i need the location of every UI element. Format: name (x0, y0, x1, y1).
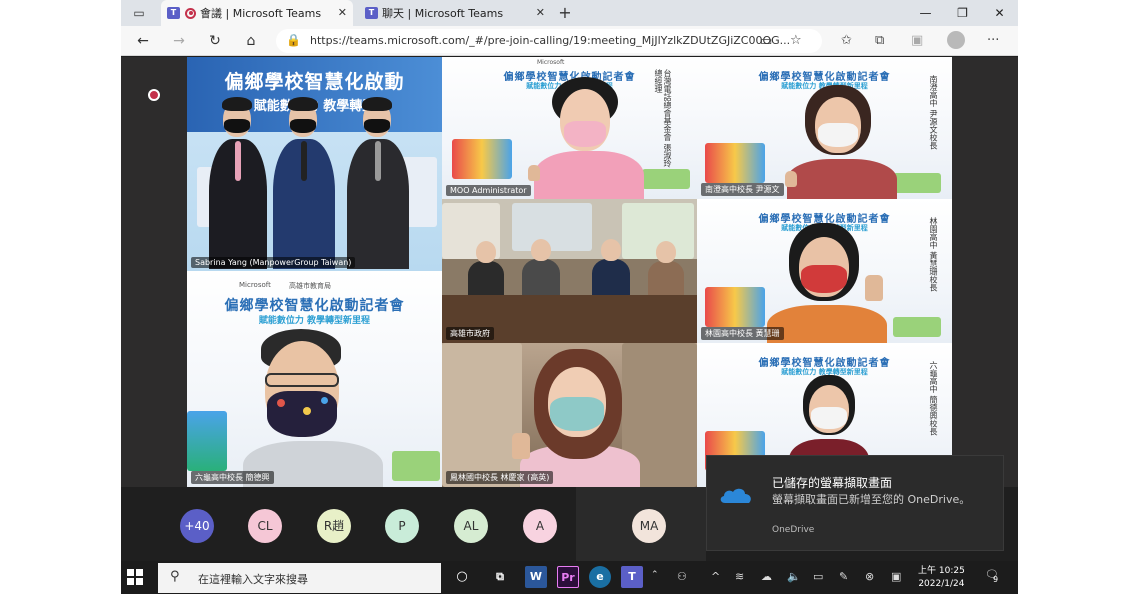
tab-meeting-label: 會議 | Microsoft Teams (200, 7, 322, 20)
participant-name: 六龜高中校長 簡德興 (191, 471, 274, 484)
taskbar-search-box[interactable]: ⚲ 在這裡輸入文字來搜尋 (158, 563, 441, 593)
video-tile-sabrina[interactable]: 偏鄉學校智慧化啟動 賦能數位力 教學轉型 Sabrina Yang (Manpo… (187, 57, 442, 271)
volume-icon[interactable]: 🔈 (787, 570, 801, 583)
meeting-stage: 偏鄉學校智慧化啟動 賦能數位力 教學轉型 Sabrina Yang (Manpo… (121, 57, 1018, 487)
tab-chat-label: 聊天 | Microsoft Teams (382, 7, 504, 20)
close-tab-icon[interactable]: ✕ (338, 6, 347, 19)
network-icon[interactable]: ≋ (735, 570, 744, 583)
video-tile-3[interactable]: 偏鄉學校智慧化啟動記者會 賦能數位力 教學轉型新里程 南澄高中 尹源文校長 南澄… (697, 57, 952, 199)
word-icon[interactable]: W (525, 566, 547, 588)
participant-avatar[interactable]: P (385, 509, 419, 543)
notification-body: 螢幕擷取畫面已新增至您的 OneDrive。 (772, 493, 971, 506)
back-icon[interactable]: ← (131, 30, 155, 52)
collections-icon[interactable]: ⧉ (875, 33, 884, 48)
window-controls: — ❐ ✕ (907, 0, 1018, 26)
windows-start-icon[interactable] (127, 569, 143, 585)
search-placeholder: 在這裡輸入文字來搜尋 (198, 573, 308, 586)
edge-icon[interactable]: e (589, 566, 611, 588)
participant-avatar[interactable]: R趙 (317, 509, 351, 543)
url-text: https://teams.microsoft.com/_#/pre-join-… (310, 34, 791, 47)
side-caption: 南澄高中 尹源文校長 (929, 75, 938, 150)
notification-title: 已儲存的螢幕擷取畫面 (772, 476, 893, 490)
task-view-icon[interactable]: ⧉ (489, 566, 511, 588)
people-icon[interactable]: ⚇ (677, 570, 687, 583)
video-tile-kaohsiung[interactable]: 高雄市政府 (442, 199, 697, 343)
cortana-icon[interactable]: ○ (451, 566, 473, 588)
participant-name: 高雄市政府 (446, 327, 494, 340)
taskbar-scroll-icon[interactable]: ⌃ (651, 570, 659, 580)
tab-actions-icon[interactable]: ▭ (127, 2, 151, 24)
close-window-icon[interactable]: ✕ (981, 0, 1018, 26)
premiere-icon[interactable]: Pr (557, 566, 579, 588)
participant-avatar[interactable]: AL (454, 509, 488, 543)
forward-icon[interactable]: → (167, 30, 191, 52)
clock-time: 上午 10:25 (918, 566, 965, 576)
participant-avatar[interactable]: A (523, 509, 557, 543)
participant-avatar[interactable]: MA (632, 509, 666, 543)
participant-name: 鳳林國中校長 林慶家 (高英) (446, 471, 554, 484)
display-icon[interactable]: ▭ (813, 570, 823, 583)
minimize-icon[interactable]: — (907, 0, 944, 26)
participant-name: 南澄高中校長 尹源文 (701, 183, 784, 196)
video-tile-5[interactable]: 偏鄉學校智慧化啟動記者會 賦能數位力 教學轉型新里程 林園高中 黃慧珊校長 林園… (697, 199, 952, 343)
banner-title: 偏鄉學校智慧化啟動 (224, 71, 405, 93)
favorite-add-icon[interactable]: ☆ (790, 33, 802, 48)
microsoft-logo: Microsoft (239, 281, 271, 289)
screen: ▭ T 會議 | Microsoft Teams ✕ T 聊天 | Micros… (121, 0, 1018, 594)
side-caption: 林園高中 黃慧珊校長 (929, 217, 938, 292)
poster-title: 偏鄉學校智慧化啟動記者會 (224, 298, 405, 314)
address-bar: ← → ↻ ⌂ 🔒 https://teams.microsoft.com/_#… (121, 26, 1018, 56)
side-caption: 台灣電話總會基金會 張淑玲 總經理 (654, 69, 672, 168)
extension-icon[interactable]: ▣ (911, 33, 923, 48)
maximize-icon[interactable]: ❐ (944, 0, 981, 26)
video-tile-moo[interactable]: Microsoft 偏鄉學校智慧化啟動記者會 賦能數位力 教學轉型新里程 台灣電… (442, 57, 697, 199)
close-circle-icon[interactable]: ⊗ (865, 570, 874, 583)
participant-name: MOO Administrator (446, 185, 531, 196)
poster-subtitle: 賦能數位力 教學轉型新里程 (258, 316, 371, 326)
edu-bureau-logo: 高雄市教育局 (289, 282, 331, 290)
camera-icon[interactable]: ▭ (760, 34, 772, 49)
lock-icon: 🔒 (286, 33, 301, 47)
participant-name: Sabrina Yang (ManpowerGroup Taiwan) (191, 257, 356, 268)
more-menu-icon[interactable]: ··· (987, 33, 999, 48)
clock-date: 2022/1/24 (918, 579, 965, 589)
video-tile-6[interactable]: Microsoft 高雄市教育局 偏鄉學校智慧化啟動記者會 賦能數位力 教學轉型… (187, 271, 442, 487)
url-field[interactable]: 🔒 https://teams.microsoft.com/_#/pre-joi… (276, 29, 822, 53)
teams-taskbar-icon[interactable]: T (621, 566, 643, 588)
onedrive-cloud-icon (720, 488, 751, 503)
search-icon: ⚲ (170, 569, 180, 584)
tab-chat[interactable]: T 聊天 | Microsoft Teams ✕ (359, 0, 551, 26)
windows-taskbar: ⚲ 在這裡輸入文字來搜尋 ○ ⧉ W Pr e T ⌃ ⚇ ^ ≋ ☁ 🔈 ▭ … (121, 561, 1018, 594)
profile-avatar[interactable] (947, 31, 965, 49)
recording-icon (185, 7, 196, 19)
pen-icon[interactable]: ✎ (839, 570, 848, 583)
tab-meeting[interactable]: T 會議 | Microsoft Teams ✕ (161, 0, 353, 26)
browser-tab-bar: ▭ T 會議 | Microsoft Teams ✕ T 聊天 | Micros… (121, 0, 1018, 26)
device-icon[interactable]: ▣ (891, 570, 901, 583)
side-caption: 六龜高中 簡德興校長 (929, 361, 938, 436)
notification-count: 9 (993, 575, 999, 584)
new-tab-button[interactable]: + (553, 2, 577, 24)
system-clock[interactable]: 上午 10:25 2022/1/24 (918, 565, 965, 591)
teams-icon: T (167, 7, 180, 19)
refresh-icon[interactable]: ↻ (203, 30, 227, 52)
participant-avatar[interactable]: CL (248, 509, 282, 543)
microsoft-logo: Microsoft (537, 59, 565, 66)
show-hidden-icons[interactable]: ^ (711, 570, 720, 583)
close-tab-icon[interactable]: ✕ (536, 6, 545, 19)
onedrive-tray-icon[interactable]: ☁ (761, 570, 772, 583)
overflow-participants-avatar[interactable]: +40 (180, 509, 214, 543)
teams-icon: T (365, 7, 378, 19)
recording-indicator-icon (148, 89, 160, 101)
notification-app-name: OneDrive (772, 525, 815, 535)
onedrive-notification[interactable]: 已儲存的螢幕擷取畫面 螢幕擷取畫面已新增至您的 OneDrive。 OneDri… (706, 455, 1004, 551)
participant-name: 林園高中校長 黃慧珊 (701, 327, 784, 340)
favorites-icon[interactable]: ✩ (841, 33, 852, 48)
home-icon[interactable]: ⌂ (239, 30, 263, 52)
video-tile-7[interactable]: 鳳林國中校長 林慶家 (高英) (442, 343, 697, 487)
